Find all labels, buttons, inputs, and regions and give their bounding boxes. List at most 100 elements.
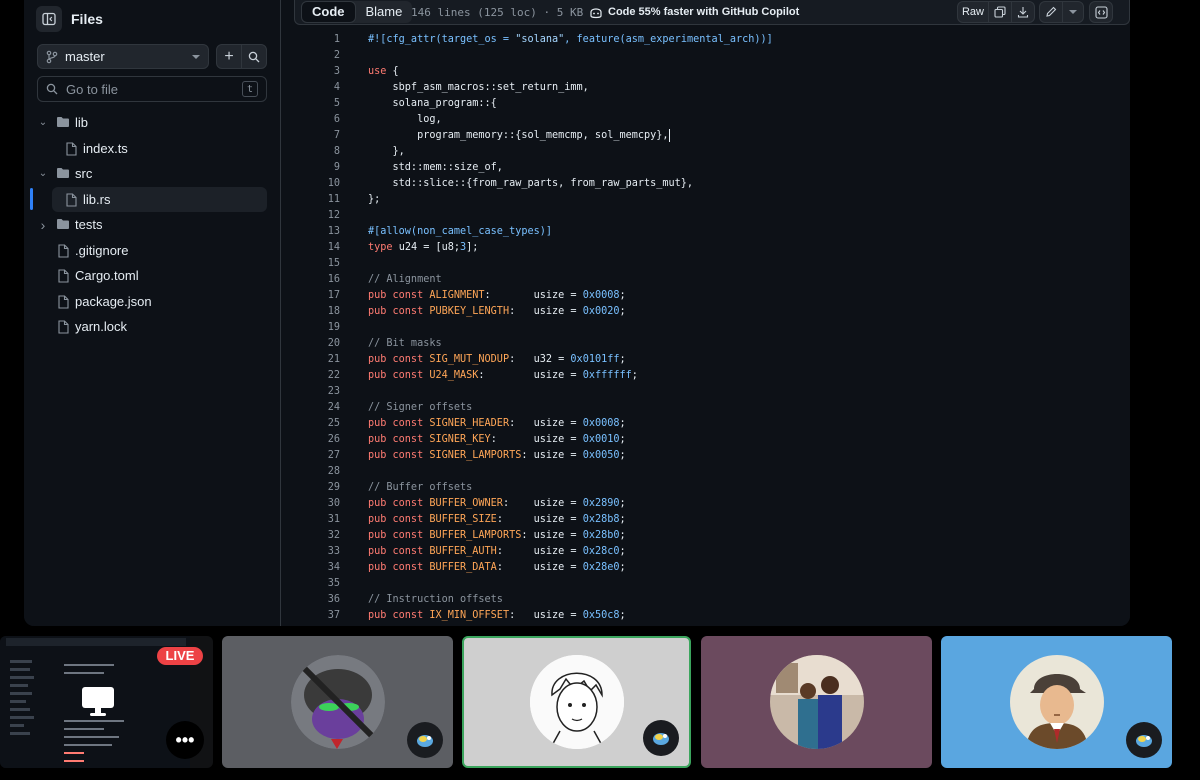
line-number[interactable]: 29 <box>294 480 340 496</box>
raw-button[interactable]: Raw <box>957 1 989 23</box>
tree-item-label: yarn.lock <box>75 319 128 335</box>
line-number[interactable]: 5 <box>294 96 340 112</box>
code-token: U24_MASK <box>429 370 479 381</box>
code-token: 0x0010 <box>582 434 620 445</box>
line-number[interactable]: 2 <box>294 48 340 64</box>
code-token: 0x28c0 <box>582 546 620 557</box>
chevron-down-icon[interactable]: ⌄ <box>38 117 48 128</box>
line-number[interactable]: 19 <box>294 320 340 336</box>
participant-tile-speaking[interactable] <box>462 636 691 768</box>
code-token: use <box>368 66 387 77</box>
screen-share-tile[interactable]: LIVE ••• <box>0 636 213 768</box>
code-view[interactable]: 1 #![cfg_attr(target_os = "solana", featu… <box>294 32 1130 626</box>
line-number[interactable]: 6 <box>294 112 340 128</box>
code-line: 10 std::slice::{from_raw_parts, from_raw… <box>294 176 1130 192</box>
code-token: SIGNER_HEADER <box>429 418 510 429</box>
tab-code[interactable]: Code <box>301 1 356 23</box>
copilot-icon <box>590 7 602 18</box>
line-number[interactable]: 23 <box>294 384 340 400</box>
collapse-sidebar-button[interactable] <box>36 6 62 32</box>
code-text: #![cfg_attr(target_os = "solana", featur… <box>368 32 773 48</box>
code-token: IX_MIN_OFFSET <box>429 610 510 621</box>
code-text: pub const BUFFER_OWNER: usize = 0x2890; <box>368 496 626 512</box>
code-line: 18 pub const PUBKEY_LENGTH: usize = 0x002… <box>294 304 1130 320</box>
line-number[interactable]: 21 <box>294 352 340 368</box>
line-number[interactable]: 16 <box>294 272 340 288</box>
participant-tile[interactable] <box>941 636 1172 768</box>
copy-raw-button[interactable] <box>988 1 1012 23</box>
copilot-promo[interactable]: Code 55% faster with GitHub Copilot <box>589 0 799 25</box>
line-number[interactable]: 24 <box>294 400 340 416</box>
edit-options-button[interactable] <box>1062 1 1084 23</box>
tree-folder[interactable]: ⌄ lib <box>24 110 280 136</box>
code-token: 0x28e0 <box>582 562 620 573</box>
code-token: solana_program::{ <box>368 98 497 109</box>
line-number[interactable]: 9 <box>294 160 340 176</box>
line-number[interactable]: 10 <box>294 176 340 192</box>
line-number[interactable]: 35 <box>294 576 340 592</box>
code-text: }, <box>368 144 405 160</box>
shortcut-key: t <box>242 81 258 97</box>
line-number[interactable]: 30 <box>294 496 340 512</box>
line-number[interactable]: 8 <box>294 144 340 160</box>
code-token: // Alignment <box>368 274 442 285</box>
tree-folder[interactable]: ⌄ src <box>24 161 280 187</box>
download-button[interactable] <box>1011 1 1035 23</box>
tab-blame[interactable]: Blame <box>356 1 413 23</box>
tree-file[interactable]: Cargo.toml <box>24 263 280 289</box>
more-options-button[interactable]: ••• <box>166 721 204 759</box>
line-number[interactable]: 7 <box>294 128 340 144</box>
code-token: ; <box>619 498 626 509</box>
code-token: ; <box>619 530 626 541</box>
code-line: 14 type u24 = [u8;3]; <box>294 240 1130 256</box>
code-token: PUBKEY_LENGTH <box>429 306 510 317</box>
edit-button[interactable] <box>1039 1 1063 23</box>
line-number[interactable]: 4 <box>294 80 340 96</box>
line-number[interactable]: 14 <box>294 240 340 256</box>
line-number[interactable]: 37 <box>294 608 340 624</box>
go-to-file-input[interactable]: Go to file t <box>37 76 267 102</box>
line-number[interactable]: 3 <box>294 64 340 80</box>
line-number[interactable]: 17 <box>294 288 340 304</box>
code-text: // Buffer offsets <box>368 480 472 496</box>
chevron-down-icon[interactable]: ⌄ <box>38 168 48 179</box>
participant-tile[interactable] <box>222 636 453 768</box>
file-toolbar: Code Blame 146 lines (125 loc) · 5 KB Co… <box>294 0 1130 25</box>
line-number[interactable]: 26 <box>294 432 340 448</box>
add-file-button[interactable]: + <box>216 44 242 69</box>
tree-file[interactable]: index.ts <box>24 136 280 162</box>
code-token: ; <box>619 290 626 301</box>
participant-tile[interactable] <box>701 636 932 768</box>
code-token: : usize = <box>509 610 583 621</box>
chevron-right-icon[interactable]: › <box>38 217 48 233</box>
line-number[interactable]: 13 <box>294 224 340 240</box>
line-number[interactable]: 27 <box>294 448 340 464</box>
ellipsis-icon: ••• <box>175 729 195 750</box>
branch-selector[interactable]: master <box>37 44 209 69</box>
search-files-button[interactable] <box>241 44 267 69</box>
symbols-panel-button[interactable] <box>1089 1 1113 23</box>
tree-item-label: package.json <box>75 293 152 309</box>
file-icon <box>57 294 69 312</box>
line-number[interactable]: 31 <box>294 512 340 528</box>
line-number[interactable]: 28 <box>294 464 340 480</box>
line-number[interactable]: 22 <box>294 368 340 384</box>
tree-file[interactable]: .gitignore <box>24 238 280 264</box>
tree-folder[interactable]: › tests <box>24 212 280 238</box>
line-number[interactable]: 20 <box>294 336 340 352</box>
tree-file[interactable]: yarn.lock <box>24 314 280 340</box>
code-token: 0x28b8 <box>582 514 620 525</box>
line-number[interactable]: 11 <box>294 192 340 208</box>
line-number[interactable]: 25 <box>294 416 340 432</box>
tree-file[interactable]: package.json <box>24 289 280 315</box>
line-number[interactable]: 33 <box>294 544 340 560</box>
line-number[interactable]: 32 <box>294 528 340 544</box>
line-number[interactable]: 1 <box>294 32 340 48</box>
line-number[interactable]: 36 <box>294 592 340 608</box>
line-number[interactable]: 18 <box>294 304 340 320</box>
line-number[interactable]: 34 <box>294 560 340 576</box>
line-number[interactable]: 15 <box>294 256 340 272</box>
line-number[interactable]: 12 <box>294 208 340 224</box>
code-text: std::slice::{from_raw_parts, from_raw_pa… <box>368 176 694 192</box>
tree-file[interactable]: lib.rs <box>52 186 267 212</box>
